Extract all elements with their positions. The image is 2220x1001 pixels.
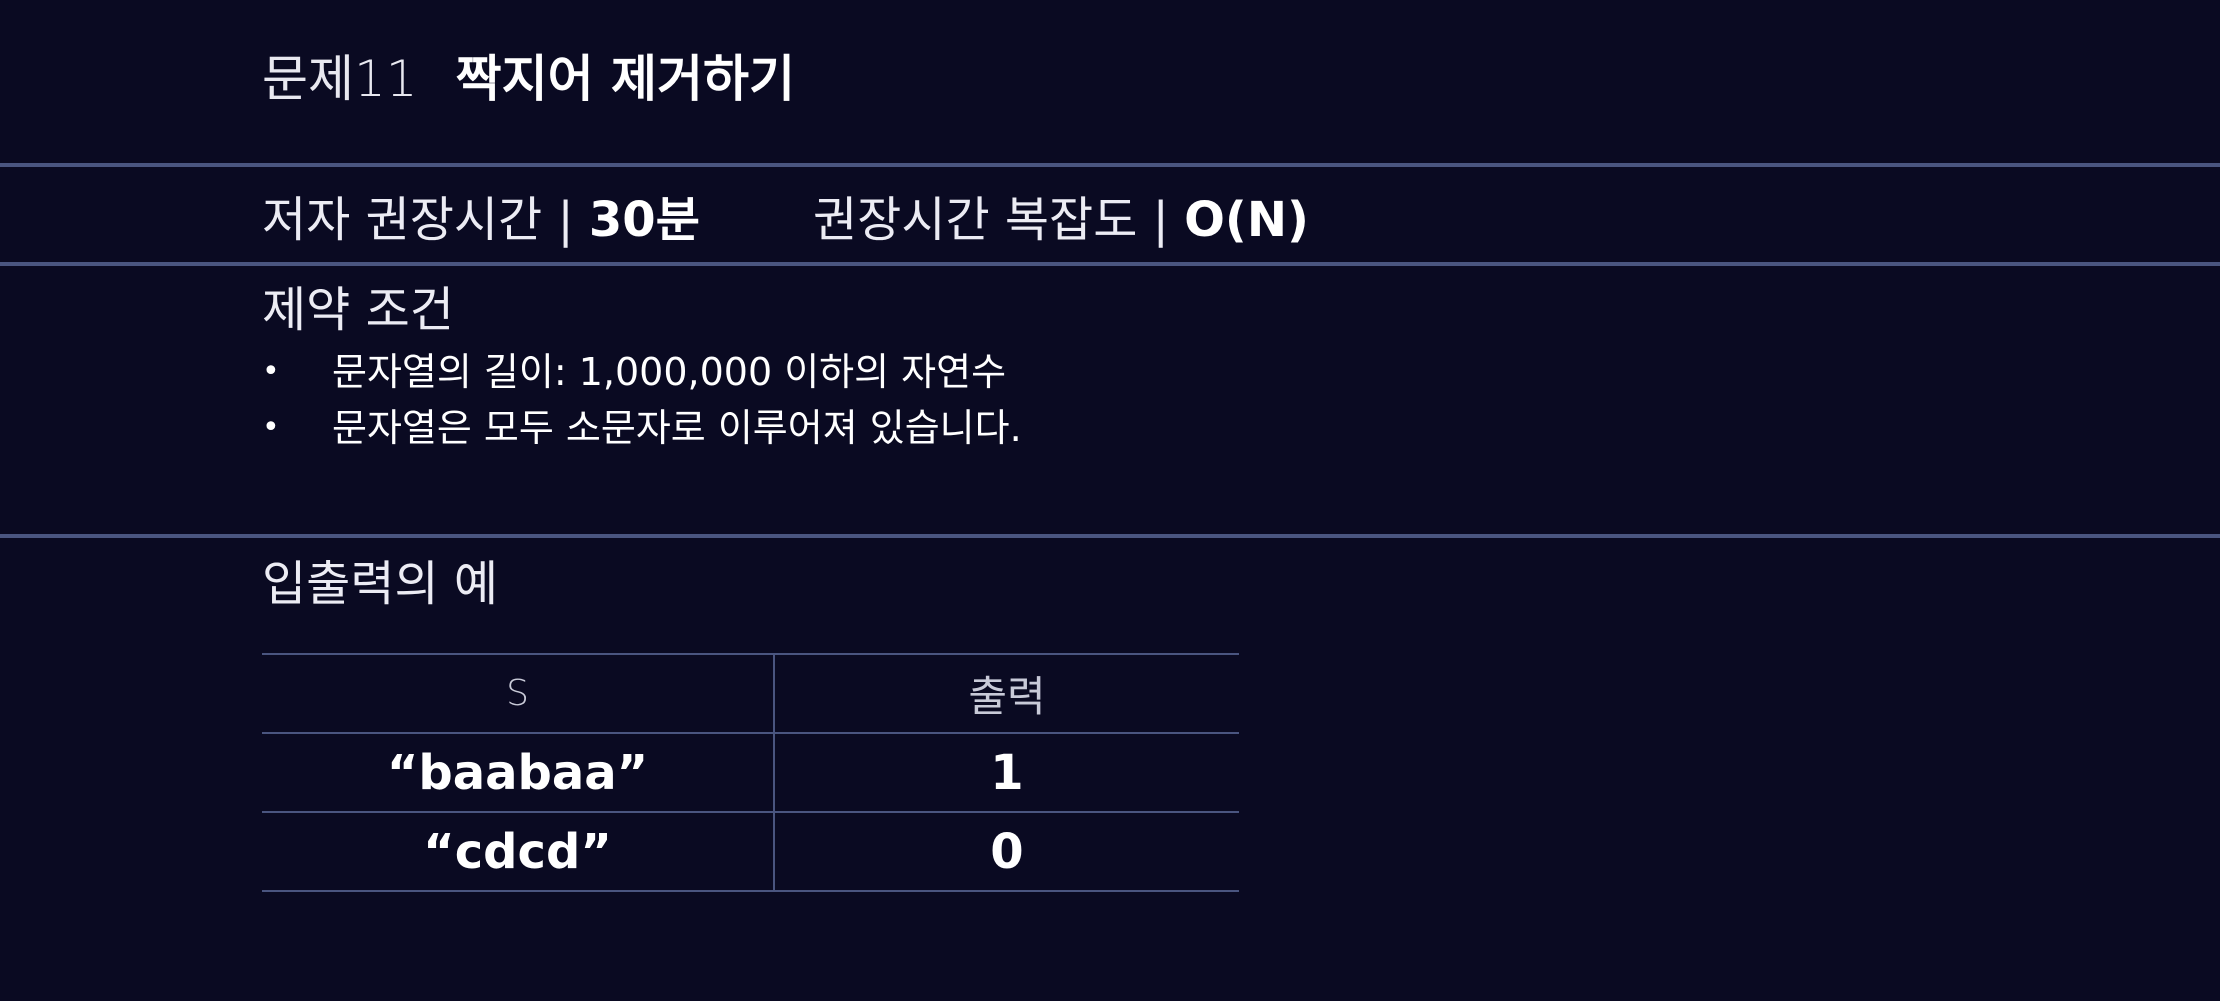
table-row: “cdcd” 0 bbox=[262, 811, 1239, 892]
constraint-item: • 문자열은 모두 소문자로 이루어져 있습니다. bbox=[262, 400, 1022, 456]
bullet-icon: • bbox=[262, 410, 280, 445]
constraint-item: • 문자열의 길이: 1,000,000 이하의 자연수 bbox=[262, 344, 1022, 400]
examples-table: S 출력 “baabaa” 1 “cdcd” 0 bbox=[262, 653, 1239, 892]
recommended-time-label: 저자 권장시간 | bbox=[262, 192, 589, 248]
recommended-time: 저자 권장시간 | 30분 bbox=[262, 186, 700, 254]
table-cell-output: 0 bbox=[774, 811, 1239, 892]
constraints-list: • 문자열의 길이: 1,000,000 이하의 자연수 • 문자열은 모두 소… bbox=[262, 344, 1022, 456]
problem-title: 짝지어 제거하기 bbox=[455, 50, 796, 108]
divider-constraints bbox=[0, 534, 2220, 538]
divider-meta bbox=[0, 262, 2220, 266]
bullet-icon: • bbox=[262, 354, 280, 389]
column-header-output: 출력 bbox=[774, 653, 1239, 734]
constraint-text: 문자열은 모두 소문자로 이루어져 있습니다. bbox=[332, 406, 1022, 450]
column-header-input: S bbox=[262, 653, 775, 734]
table-cell-input: “baabaa” bbox=[262, 732, 775, 813]
problem-title-bar: 문제11 짝지어 제거하기 bbox=[262, 44, 795, 114]
recommended-complexity-value: O(N) bbox=[1184, 192, 1309, 248]
constraint-text: 문자열의 길이: 1,000,000 이하의 자연수 bbox=[332, 350, 1007, 394]
recommended-complexity: 권장시간 복잡도 | O(N) bbox=[813, 186, 1309, 254]
examples-heading: 입출력의 예 bbox=[262, 556, 499, 612]
table-row: “baabaa” 1 bbox=[262, 732, 1239, 813]
divider-top bbox=[0, 163, 2220, 167]
problem-number: 문제11 bbox=[262, 50, 418, 108]
table-header-row: S 출력 bbox=[262, 653, 1239, 734]
table-cell-output: 1 bbox=[774, 732, 1239, 813]
recommended-time-value: 30분 bbox=[588, 192, 700, 248]
constraints-heading: 제약 조건 bbox=[262, 282, 454, 338]
table-cell-input: “cdcd” bbox=[262, 811, 775, 892]
recommended-complexity-label: 권장시간 복잡도 | bbox=[813, 192, 1185, 248]
